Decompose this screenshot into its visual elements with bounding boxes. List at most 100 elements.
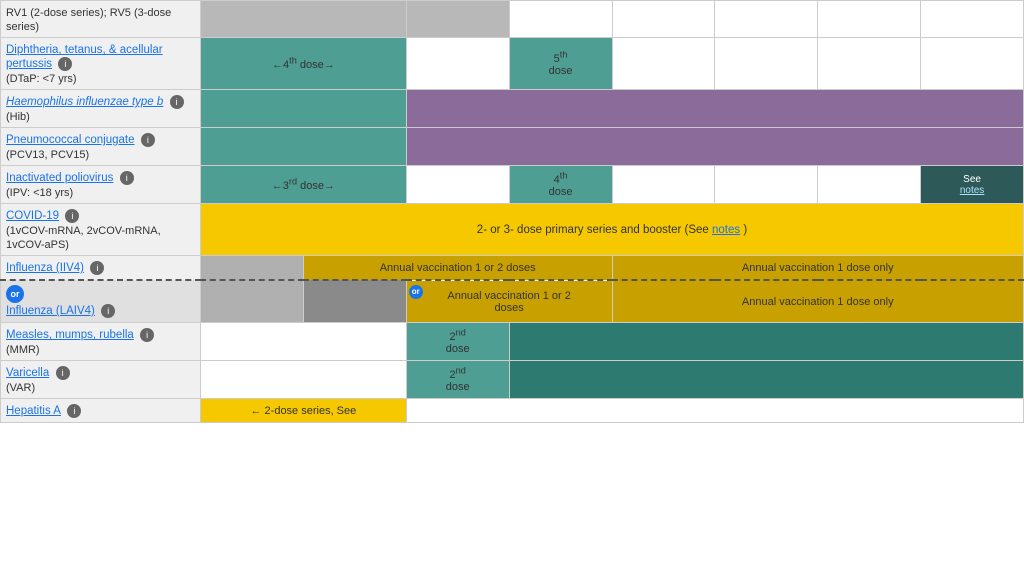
hib-link[interactable]: Haemophilus influenzae type b bbox=[6, 96, 163, 108]
pcv-teal bbox=[201, 128, 407, 166]
dtap-info-icon[interactable]: i bbox=[58, 57, 72, 71]
mmr-link[interactable]: Measles, mumps, rubella bbox=[6, 329, 134, 341]
ipv-dose4-cell: 4thdose bbox=[509, 166, 612, 204]
flu-laiv4-annual2-text: Annual vaccination 1 dose only bbox=[742, 296, 894, 308]
flu-iiv4-info-icon[interactable]: i bbox=[90, 261, 104, 275]
covid-span-text: 2- or 3- dose primary series and booster… bbox=[477, 224, 712, 236]
mmr-sub: (MMR) bbox=[6, 344, 40, 356]
table-row: RV1 (2-dose series); RV5 (3-dose series) bbox=[1, 1, 1024, 38]
vaccine-name-pcv: Pneumococcal conjugate i (PCV13, PCV15) bbox=[1, 128, 201, 166]
vaccination-schedule-table: RV1 (2-dose series); RV5 (3-dose series)… bbox=[0, 0, 1024, 423]
flu-laiv4-gray1 bbox=[201, 280, 304, 323]
hepa-dose-text: ← 2-dose series, See bbox=[250, 405, 356, 417]
table-row-ipv: Inactivated poliovirus i (IPV: <18 yrs) … bbox=[1, 166, 1024, 204]
dtap-e3 bbox=[818, 38, 921, 90]
hib-sub: (Hib) bbox=[6, 111, 30, 123]
covid-sub: (1vCOV-mRNA, 2vCOV-mRNA, 1vCOV-aPS) bbox=[6, 225, 161, 251]
covid-notes-link[interactable]: notes bbox=[712, 224, 740, 236]
vaccine-name-flu-laiv4: or Influenza (LAIV4) i bbox=[1, 280, 201, 323]
pcv-purple bbox=[406, 128, 1023, 166]
ipv-dose3-label: ←3rd dose→ bbox=[272, 180, 335, 192]
vaccine-label-rv: RV1 (2-dose series); RV5 (3-dose series) bbox=[6, 7, 171, 33]
mmr-dose2-label: 2nddose bbox=[446, 331, 470, 355]
dtap-dose5-label: 5thdose bbox=[549, 53, 573, 77]
vaccine-name-covid: COVID-19 i (1vCOV-mRNA, 2vCOV-mRNA, 1vCO… bbox=[1, 204, 201, 256]
pcv-link[interactable]: Pneumococcal conjugate bbox=[6, 134, 135, 146]
dtap-empty bbox=[406, 38, 509, 90]
dtap-e1 bbox=[612, 38, 715, 90]
table-row-covid: COVID-19 i (1vCOV-mRNA, 2vCOV-mRNA, 1vCO… bbox=[1, 204, 1024, 256]
flu-laiv4-info-icon[interactable]: i bbox=[101, 304, 115, 318]
rv-cell-1 bbox=[201, 1, 407, 38]
var-empty1 bbox=[201, 361, 407, 399]
vaccine-name-var: Varicella i (VAR) bbox=[1, 361, 201, 399]
vaccine-name-hib: Haemophilus influenzae type b i (Hib) bbox=[1, 90, 201, 128]
table-row-hib: Haemophilus influenzae type b i (Hib) bbox=[1, 90, 1024, 128]
hepa-empty bbox=[406, 399, 1023, 423]
dtap-link[interactable]: Diphtheria, tetanus, & acellular pertuss… bbox=[6, 44, 163, 70]
var-sub: (VAR) bbox=[6, 382, 35, 394]
ipv-notes-link[interactable]: notes bbox=[960, 185, 984, 196]
hepa-link[interactable]: Hepatitis A bbox=[6, 405, 61, 417]
vaccine-name-mmr: Measles, mumps, rubella i (MMR) bbox=[1, 323, 201, 361]
vaccine-name-hepa: Hepatitis A i bbox=[1, 399, 201, 423]
table-row-mmr: Measles, mumps, rubella i (MMR) 2nddose bbox=[1, 323, 1024, 361]
var-info-icon[interactable]: i bbox=[56, 366, 70, 380]
flu-laiv4-annual2-cell: Annual vaccination 1 dose only bbox=[612, 280, 1024, 323]
ipv-see-notes-text: See bbox=[963, 174, 981, 185]
hepa-dose-cell: ← 2-dose series, See bbox=[201, 399, 407, 423]
dtap-sub: (DTaP: <7 yrs) bbox=[6, 73, 77, 85]
rv-cell-5 bbox=[715, 1, 818, 38]
ipv-sub: (IPV: <18 yrs) bbox=[6, 187, 73, 199]
mmr-info-icon[interactable]: i bbox=[140, 328, 154, 342]
pcv-info-icon[interactable]: i bbox=[141, 133, 155, 147]
hib-purple bbox=[406, 90, 1023, 128]
covid-info-icon[interactable]: i bbox=[65, 209, 79, 223]
vaccine-name-ipv: Inactivated poliovirus i (IPV: <18 yrs) bbox=[1, 166, 201, 204]
flu-laiv4-annual1-text: Annual vaccination 1 or 2doses bbox=[447, 290, 571, 314]
dtap-dose5-cell: 5thdose bbox=[509, 38, 612, 90]
ipv-dose4-label: 4thdose bbox=[549, 174, 573, 198]
rv-cell-7 bbox=[921, 1, 1024, 38]
flu-laiv4-gray2 bbox=[303, 280, 406, 323]
flu-iiv4-annual1-cell: Annual vaccination 1 or 2 doses bbox=[303, 256, 612, 281]
ipv-e4 bbox=[818, 166, 921, 204]
ipv-info-icon[interactable]: i bbox=[120, 171, 134, 185]
table-row-flu-laiv4: or Influenza (LAIV4) i or Annual vaccina… bbox=[1, 280, 1024, 323]
hib-teal bbox=[201, 90, 407, 128]
covid-link[interactable]: COVID-19 bbox=[6, 210, 59, 222]
table-row-hepa: Hepatitis A i ← 2-dose series, See bbox=[1, 399, 1024, 423]
vaccine-name-flu-iiv4: Influenza (IIV4) i bbox=[1, 256, 201, 281]
pcv-sub: (PCV13, PCV15) bbox=[6, 149, 89, 161]
var-link[interactable]: Varicella bbox=[6, 367, 49, 379]
ipv-see-notes: See notes bbox=[921, 166, 1024, 204]
var-dark-teal bbox=[509, 361, 1023, 399]
or-badge-laiv4: or bbox=[6, 285, 24, 303]
table-row-flu-iiv4: Influenza (IIV4) i Annual vaccination 1 … bbox=[1, 256, 1024, 281]
table-row-pcv: Pneumococcal conjugate i (PCV13, PCV15) bbox=[1, 128, 1024, 166]
rv-cell-6 bbox=[818, 1, 921, 38]
table-row-dtap: Diphtheria, tetanus, & acellular pertuss… bbox=[1, 38, 1024, 90]
hepa-info-icon[interactable]: i bbox=[67, 404, 81, 418]
covid-span-close: ) bbox=[743, 224, 747, 236]
dtap-e4 bbox=[921, 38, 1024, 90]
table-row-var: Varicella i (VAR) 2nddose bbox=[1, 361, 1024, 399]
flu-laiv4-or-badge: or bbox=[409, 285, 423, 299]
vaccine-name-rv: RV1 (2-dose series); RV5 (3-dose series) bbox=[1, 1, 201, 38]
covid-span-cell: 2- or 3- dose primary series and booster… bbox=[201, 204, 1024, 256]
dtap-dose4-label: ←4th dose→ bbox=[272, 59, 335, 71]
hib-info-icon[interactable]: i bbox=[170, 95, 184, 109]
ipv-link[interactable]: Inactivated poliovirus bbox=[6, 172, 113, 184]
ipv-e2 bbox=[612, 166, 715, 204]
mmr-dose2-cell: 2nddose bbox=[406, 323, 509, 361]
flu-iiv4-annual2-cell: Annual vaccination 1 dose only bbox=[612, 256, 1024, 281]
vaccine-name-dtap: Diphtheria, tetanus, & acellular pertuss… bbox=[1, 38, 201, 90]
mmr-dark-teal bbox=[509, 323, 1023, 361]
ipv-e1 bbox=[406, 166, 509, 204]
flu-iiv4-link[interactable]: Influenza (IIV4) bbox=[6, 262, 84, 274]
flu-laiv4-annual1-cell: or Annual vaccination 1 or 2doses bbox=[406, 280, 612, 323]
var-dose2-cell: 2nddose bbox=[406, 361, 509, 399]
flu-laiv4-link[interactable]: Influenza (LAIV4) bbox=[6, 305, 95, 317]
ipv-dose3-cell: ←3rd dose→ bbox=[201, 166, 407, 204]
dtap-dose4-cell: ←4th dose→ bbox=[201, 38, 407, 90]
